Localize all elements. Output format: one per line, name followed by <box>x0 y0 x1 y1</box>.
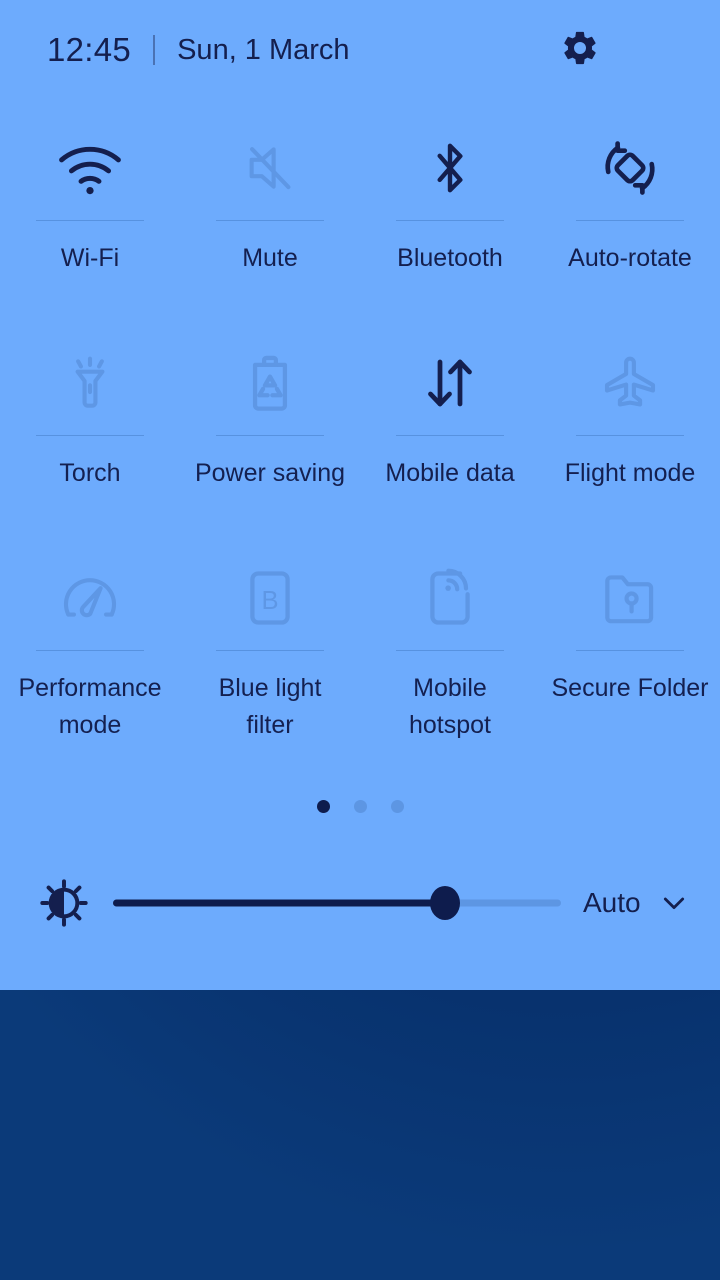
slider-fill <box>113 899 445 907</box>
quick-settings-grid: Wi-Fi Mute Bluetooth Auto-rotate Torch P… <box>0 118 720 763</box>
header-actions <box>552 22 682 78</box>
quick-tile-auto-rotate[interactable]: Auto-rotate <box>540 118 720 333</box>
quick-tile-mobile-hotspot[interactable]: Mobile hotspot <box>360 548 540 763</box>
mobile-data-icon <box>418 333 482 433</box>
overflow-menu-button[interactable] <box>626 22 682 78</box>
tile-divider <box>36 220 144 221</box>
quick-tile-mobile-data[interactable]: Mobile data <box>360 333 540 548</box>
torch-icon <box>62 333 118 433</box>
secure-folder-icon <box>597 548 663 648</box>
quick-tile-label: Mute <box>242 244 298 272</box>
clock-label: 12:45 <box>47 31 132 68</box>
quick-tile-label: Flight mode <box>564 459 696 487</box>
tile-divider <box>36 435 144 436</box>
quick-tile-label: Mobile data <box>385 459 515 487</box>
tile-divider <box>216 220 324 221</box>
mute-icon <box>238 118 302 218</box>
phone-screen: 12:45 Sun, 1 March Wi-Fi Mute Bluetooth … <box>0 0 720 1280</box>
tile-divider <box>576 220 684 221</box>
date-label: Sun, 1 March <box>177 33 350 66</box>
page-dot-3[interactable] <box>390 800 404 813</box>
flight-mode-icon <box>596 333 664 433</box>
settings-button[interactable] <box>552 22 608 78</box>
quick-tile-blue-light-filter[interactable]: B Blue light filter <box>180 548 360 763</box>
brightness-row: Auto <box>0 872 720 934</box>
quick-tile-power-saving[interactable]: Power saving <box>180 333 360 548</box>
tile-divider <box>576 435 684 436</box>
quick-tile-label: Secure Folder <box>551 674 709 702</box>
quick-tile-label: Auto-rotate <box>568 244 692 272</box>
quick-tile-label: Torch <box>59 459 121 487</box>
tile-divider <box>576 650 684 651</box>
header-datetime: 12:45 Sun, 1 March <box>47 31 350 69</box>
bluetooth-icon <box>424 118 476 218</box>
svg-text:B: B <box>261 587 278 615</box>
quick-tile-label: Wi-Fi <box>60 244 120 272</box>
quick-settings-panel: 12:45 Sun, 1 March Wi-Fi Mute Bluetooth … <box>0 0 720 990</box>
quick-tile-label: Power saving <box>194 459 346 487</box>
performance-mode-icon <box>56 548 124 648</box>
brightness-icon <box>37 876 91 930</box>
page-dot-1[interactable] <box>316 800 330 813</box>
auto-brightness-label[interactable]: Auto <box>583 887 641 919</box>
tile-divider <box>396 220 504 221</box>
slider-thumb[interactable] <box>429 886 460 920</box>
tile-divider <box>36 650 144 651</box>
auto-rotate-icon <box>596 118 664 218</box>
tile-divider <box>216 435 324 436</box>
status-header: 12:45 Sun, 1 March <box>0 0 720 100</box>
quick-tile-bluetooth[interactable]: Bluetooth <box>360 118 540 333</box>
page-indicator <box>0 800 720 813</box>
gear-icon <box>560 28 600 73</box>
chevron-down-icon[interactable] <box>657 886 691 920</box>
quick-tile-label: Mobile hotspot <box>408 674 491 739</box>
power-saving-icon <box>243 333 297 433</box>
quick-tile-wifi[interactable]: Wi-Fi <box>0 118 180 333</box>
tile-divider <box>216 650 324 651</box>
tile-divider <box>396 435 504 436</box>
quick-tile-secure-folder[interactable]: Secure Folder <box>540 548 720 763</box>
quick-tile-label: Bluetooth <box>397 244 503 272</box>
quick-tile-torch[interactable]: Torch <box>0 333 180 548</box>
quick-tile-flight-mode[interactable]: Flight mode <box>540 333 720 548</box>
quick-tile-label: Performance mode <box>18 674 162 739</box>
quick-tile-performance-mode[interactable]: Performance mode <box>0 548 180 763</box>
page-dot-2[interactable] <box>353 800 367 813</box>
tile-divider <box>396 650 504 651</box>
blue-light-filter-icon: B <box>243 548 297 648</box>
header-separator <box>153 35 156 65</box>
quick-tile-label: Blue light filter <box>218 674 322 739</box>
quick-tile-mute[interactable]: Mute <box>180 118 360 333</box>
wifi-icon <box>55 118 125 218</box>
brightness-slider[interactable] <box>113 886 561 920</box>
mobile-hotspot-icon <box>423 548 477 648</box>
